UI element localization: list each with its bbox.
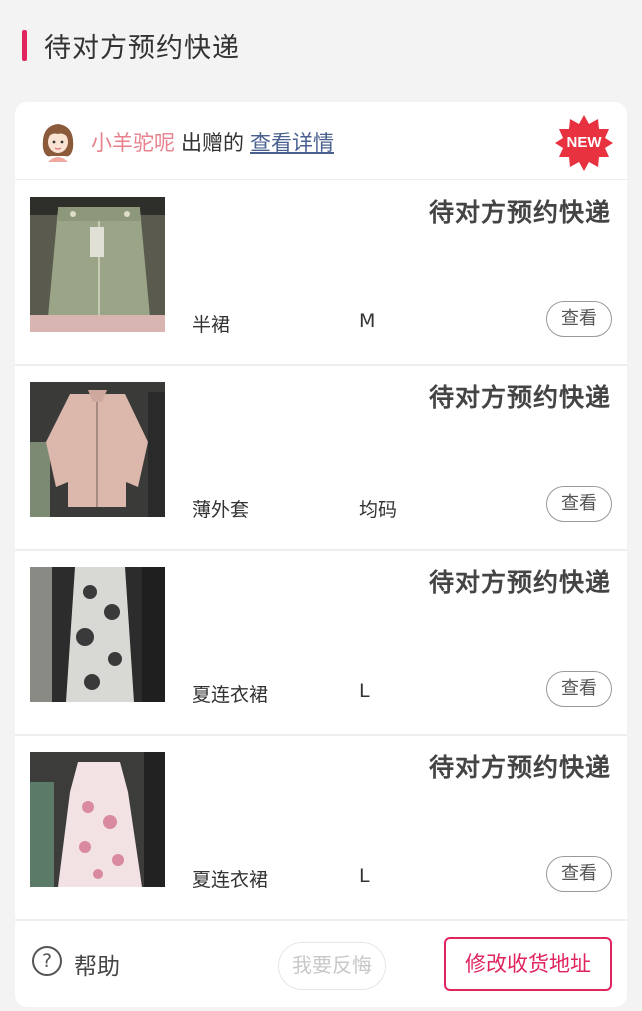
item-name: 夏连衣裙 [192,869,269,891]
item-photo[interactable] [30,567,165,702]
donor-avatar[interactable] [35,118,81,164]
new-badge: NEW [555,114,613,172]
donation-card: 小羊驼呢 出赠的 查看详情 NEW 待对方预约快递 半裙 M 查看 待对方预约快… [15,102,627,1007]
card-footer: ? 帮助 我要反悔 修改收货地址 [15,922,627,1007]
view-button[interactable]: 查看 [546,856,612,892]
card-header: 小羊驼呢 出赠的 查看详情 NEW [15,102,627,180]
item-status: 待对方预约快递 [428,198,611,227]
item-size: 均码 [359,499,398,521]
item-status: 待对方预约快递 [428,383,611,412]
donor-line: 小羊驼呢 出赠的 查看详情 [91,127,334,157]
item-photo[interactable] [30,197,165,332]
view-button[interactable]: 查看 [546,671,612,707]
question-circle-icon: ? [32,946,62,976]
list-item: 待对方预约快递 薄外套 均码 查看 [15,366,627,551]
list-item: 待对方预约快递 半裙 M 查看 [15,181,627,366]
item-photo[interactable] [30,382,165,517]
item-photo[interactable] [30,752,165,887]
item-name: 夏连衣裙 [192,684,269,706]
view-button[interactable]: 查看 [546,301,612,337]
item-size: L [359,680,370,702]
item-size: L [359,865,370,887]
view-button[interactable]: 查看 [546,486,612,522]
list-item: 待对方预约快递 夏连衣裙 L 查看 [15,551,627,736]
item-name: 薄外套 [192,499,250,521]
section-accent-bar [22,30,27,61]
help-label: 帮助 [74,954,120,980]
section-title: 待对方预约快递 [44,33,240,64]
section-header: 待对方预约快递 [0,0,642,90]
item-size: M [359,310,376,332]
item-status: 待对方预约快递 [428,568,611,597]
donor-name[interactable]: 小羊驼呢 [91,131,175,155]
item-status: 待对方预约快递 [428,753,611,782]
view-details-link[interactable]: 查看详情 [250,131,334,155]
list-item: 待对方预约快递 夏连衣裙 L 查看 [15,736,627,921]
new-badge-label: NEW [566,134,602,151]
donor-verb: 出赠的 [181,131,244,155]
regret-button[interactable]: 我要反悔 [278,942,386,990]
item-name: 半裙 [192,314,231,336]
modify-address-button[interactable]: 修改收货地址 [444,937,612,991]
